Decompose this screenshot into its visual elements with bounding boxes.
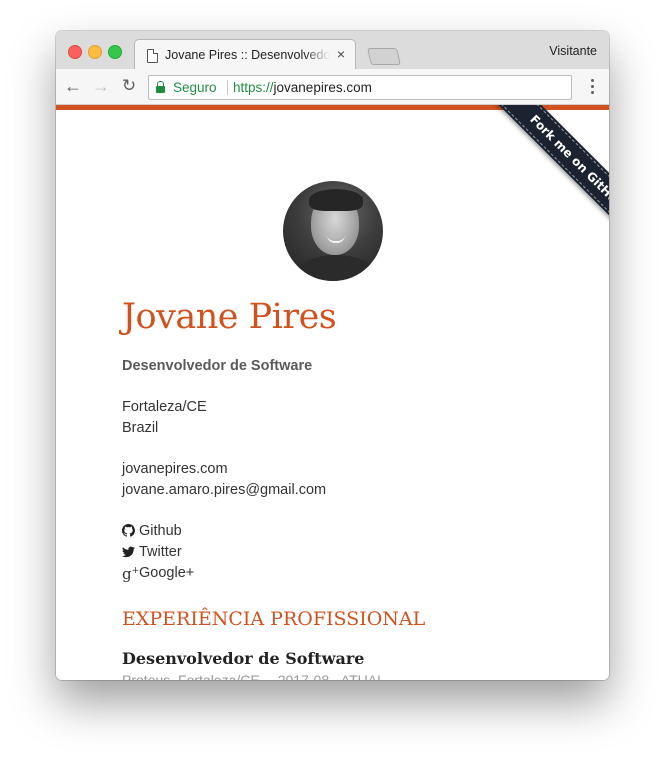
job-role: Desenvolvedor de Software (122, 358, 313, 374)
title-bar: Jovane Pires :: Desenvolvedor de Softwar… (56, 31, 609, 70)
google-plus-icon: g+ (122, 565, 140, 583)
address-bar[interactable]: Seguro https://jovanepires.com (148, 75, 572, 100)
address-separator (227, 80, 228, 95)
maximize-window-button[interactable] (108, 45, 122, 59)
forward-arrow-icon[interactable]: → (92, 77, 110, 95)
page-title: Jovane Pires (122, 297, 337, 337)
country: Brazil (122, 420, 159, 436)
url-text: https://jovanepires.com (233, 80, 372, 95)
job-meta: Proteus, Fortaleza/CE 2017-08 - ATUAL (122, 672, 403, 680)
experience-heading: EXPERIÊNCIA PROFISSIONAL (122, 608, 426, 630)
fork-me-ribbon[interactable]: Fork me on GitHub (495, 105, 609, 244)
browser-menu-icon[interactable] (591, 79, 595, 95)
close-window-button[interactable] (68, 45, 82, 59)
google-plus-label: Google+ (139, 565, 195, 581)
github-label: Github (139, 523, 182, 539)
page-content: Fork me on GitHub Jovane Pires Desenvolv… (56, 105, 609, 680)
city: Fortaleza/CE (122, 399, 207, 415)
job-company: Proteus, Fortaleza/CE (122, 672, 260, 680)
github-icon (122, 524, 136, 541)
url-host: jovanepires.com (273, 80, 372, 95)
url-scheme: https:// (233, 80, 274, 95)
secure-label: Seguro (173, 80, 217, 95)
job-period: 2017-08 - ATUAL (277, 672, 385, 680)
github-link[interactable]: Github (122, 523, 182, 541)
twitter-icon (122, 546, 136, 562)
job-title: Desenvolvedor de Software (122, 649, 365, 668)
browser-window: Jovane Pires :: Desenvolvedor de Softwar… (56, 31, 609, 680)
github-ribbon[interactable]: Fork me on GitHub (459, 105, 609, 255)
twitter-link[interactable]: Twitter (122, 544, 182, 562)
website-link[interactable]: jovanepires.com (122, 461, 228, 477)
browser-tab[interactable]: Jovane Pires :: Desenvolvedor de Softwar… (134, 39, 356, 70)
google-plus-link[interactable]: g+Google+ (122, 565, 194, 583)
avatar (283, 181, 383, 281)
new-tab-button[interactable] (367, 48, 401, 65)
page-icon (147, 49, 158, 63)
back-arrow-icon[interactable]: ← (64, 77, 82, 95)
email-link[interactable]: jovane.amaro.pires@gmail.com (122, 482, 326, 498)
lock-icon (156, 81, 165, 93)
close-tab-icon[interactable]: × (337, 46, 345, 62)
browser-toolbar: ← → ↻ Seguro https://jovanepires.com (56, 69, 609, 105)
reload-icon[interactable]: ↻ (120, 77, 138, 95)
profile-button[interactable]: Visitante (549, 44, 597, 58)
twitter-label: Twitter (139, 544, 182, 560)
tab-title: Jovane Pires :: Desenvolvedor de Softwar… (165, 48, 330, 62)
minimize-window-button[interactable] (88, 45, 102, 59)
